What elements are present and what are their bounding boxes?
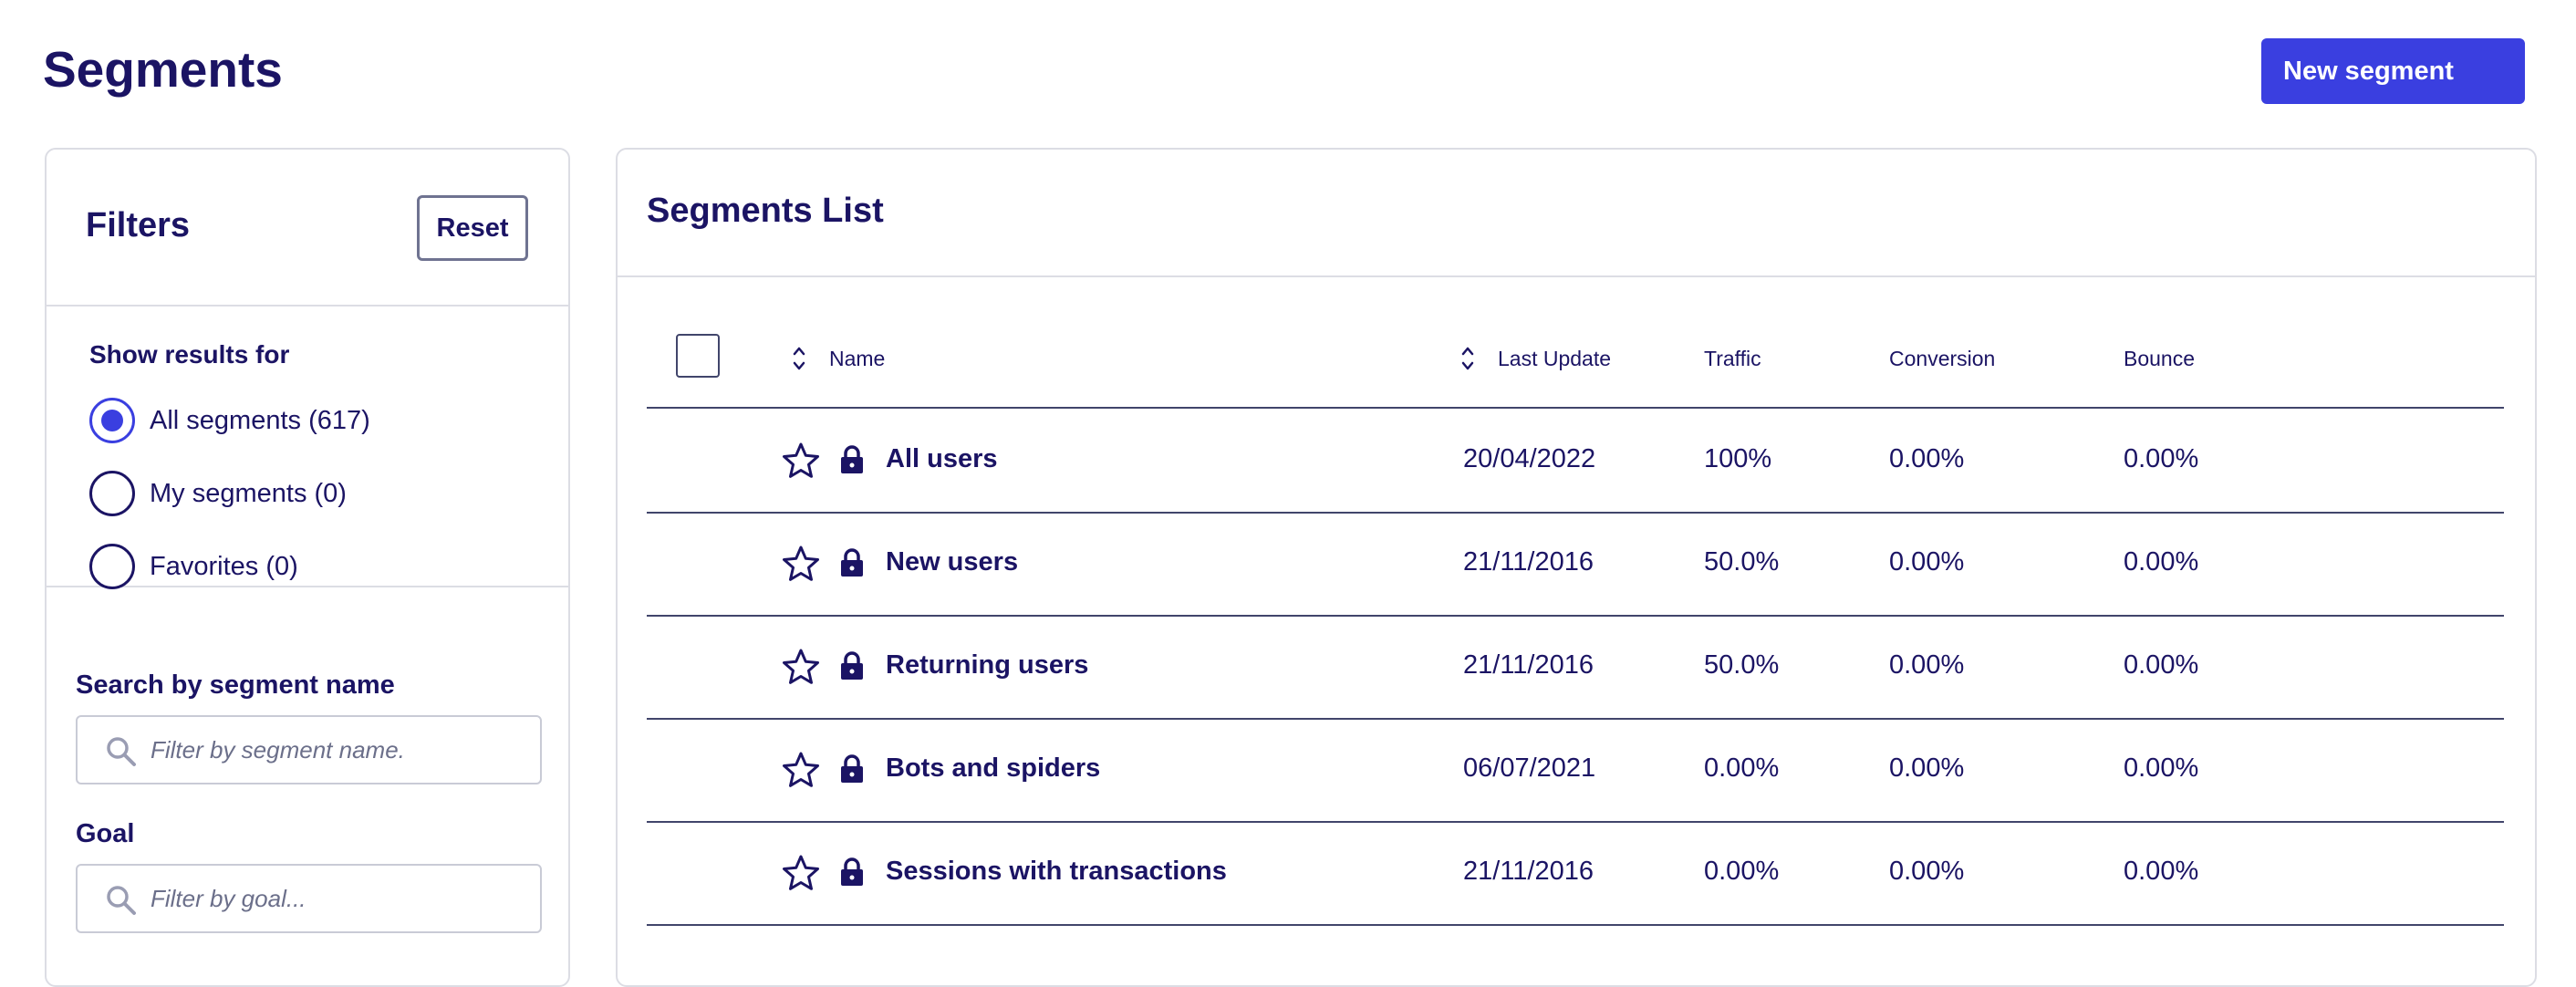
conversion-value: 0.00% bbox=[1889, 857, 1965, 886]
segment-name[interactable]: Bots and spiders bbox=[886, 753, 1100, 784]
conversion-value: 0.00% bbox=[1889, 650, 1965, 680]
lock-icon bbox=[841, 548, 863, 577]
table-row[interactable]: Returning users 21/11/2016 50.0% 0.00% 0… bbox=[647, 617, 2504, 720]
table-row[interactable]: New users 21/11/2016 50.0% 0.00% 0.00% bbox=[647, 514, 2504, 617]
goal-field[interactable] bbox=[76, 864, 542, 933]
conversion-value: 0.00% bbox=[1889, 753, 1965, 783]
segment-name[interactable]: Returning users bbox=[886, 649, 1088, 681]
bounce-value: 0.00% bbox=[2124, 650, 2199, 680]
star-icon[interactable] bbox=[782, 545, 820, 583]
search-icon bbox=[107, 737, 136, 766]
radio-label: All segments (617) bbox=[150, 406, 370, 435]
last-update: 21/11/2016 bbox=[1463, 650, 1594, 680]
conversion-value: 0.00% bbox=[1889, 547, 1965, 577]
star-icon[interactable] bbox=[782, 442, 820, 480]
last-update: 21/11/2016 bbox=[1463, 857, 1594, 886]
search-by-name-input[interactable] bbox=[149, 717, 532, 783]
table-row[interactable]: Bots and spiders 06/07/2021 0.00% 0.00% … bbox=[647, 720, 2504, 823]
star-icon[interactable] bbox=[782, 648, 820, 686]
bounce-value: 0.00% bbox=[2124, 444, 2199, 473]
conversion-value: 0.00% bbox=[1889, 444, 1965, 473]
segments-list-panel: Segments List Name Last Update Traffic C… bbox=[616, 148, 2537, 987]
lock-icon bbox=[841, 651, 863, 680]
column-header-traffic: Traffic bbox=[1704, 347, 1761, 370]
radio-all-segments[interactable]: All segments (617) bbox=[89, 398, 370, 443]
lock-icon bbox=[841, 857, 863, 886]
last-update: 20/04/2022 bbox=[1463, 444, 1596, 473]
radio-label: My segments (0) bbox=[150, 479, 347, 508]
radio-my-segments[interactable]: My segments (0) bbox=[89, 471, 347, 516]
radio-button[interactable] bbox=[89, 398, 135, 443]
radio-label: Favorites (0) bbox=[150, 552, 298, 581]
lock-icon bbox=[841, 754, 863, 783]
bounce-value: 0.00% bbox=[2124, 857, 2199, 886]
filters-title: Filters bbox=[86, 206, 191, 244]
traffic-value: 0.00% bbox=[1704, 753, 1780, 783]
new-segment-button[interactable]: New segment bbox=[2261, 38, 2525, 104]
column-header-bounce: Bounce bbox=[2124, 347, 2196, 370]
segment-name[interactable]: Sessions with transactions bbox=[886, 856, 1227, 887]
bounce-value: 0.00% bbox=[2124, 753, 2199, 783]
search-by-name-field[interactable] bbox=[76, 715, 542, 784]
show-results-label: Show results for bbox=[89, 340, 290, 369]
table-row[interactable]: All users 20/04/2022 100% 0.00% 0.00% bbox=[647, 410, 2504, 514]
radio-favorites[interactable]: Favorites (0) bbox=[89, 544, 298, 589]
traffic-value: 0.00% bbox=[1704, 857, 1780, 886]
filters-header: Filters Reset bbox=[47, 150, 568, 306]
search-by-name-label: Search by segment name bbox=[76, 670, 395, 700]
column-header-last-update[interactable]: Last Update bbox=[1498, 346, 1611, 371]
segments-list-title: Segments List bbox=[647, 192, 884, 230]
sort-icon[interactable] bbox=[793, 345, 805, 372]
segment-name[interactable]: New users bbox=[886, 546, 1018, 577]
traffic-value: 50.0% bbox=[1704, 547, 1780, 577]
lock-icon bbox=[841, 445, 863, 473]
traffic-value: 100% bbox=[1704, 444, 1772, 473]
reset-button[interactable]: Reset bbox=[417, 195, 528, 261]
goal-label: Goal bbox=[76, 819, 135, 848]
filters-panel: Filters Reset Show results for All segme… bbox=[45, 148, 570, 987]
goal-input[interactable] bbox=[149, 866, 532, 931]
star-icon[interactable] bbox=[782, 854, 820, 892]
star-icon[interactable] bbox=[782, 751, 820, 789]
table-row[interactable]: Sessions with transactions 21/11/2016 0.… bbox=[647, 823, 2504, 926]
segment-name[interactable]: All users bbox=[886, 443, 998, 474]
column-header-conversion: Conversion bbox=[1889, 347, 1996, 370]
traffic-value: 50.0% bbox=[1704, 650, 1780, 680]
radio-button[interactable] bbox=[89, 544, 135, 589]
last-update: 21/11/2016 bbox=[1463, 547, 1594, 577]
last-update: 06/07/2021 bbox=[1463, 753, 1596, 783]
search-icon bbox=[107, 886, 136, 915]
select-all-checkbox[interactable] bbox=[676, 334, 720, 378]
radio-button[interactable] bbox=[89, 471, 135, 516]
page-title: Segments bbox=[43, 41, 283, 98]
segments-list-header: Segments List bbox=[618, 150, 2535, 277]
column-header-name[interactable]: Name bbox=[829, 346, 885, 371]
bounce-value: 0.00% bbox=[2124, 547, 2199, 577]
sort-icon[interactable] bbox=[1461, 345, 1474, 372]
show-results-group: Show results for All segments (617) My s… bbox=[47, 306, 568, 589]
